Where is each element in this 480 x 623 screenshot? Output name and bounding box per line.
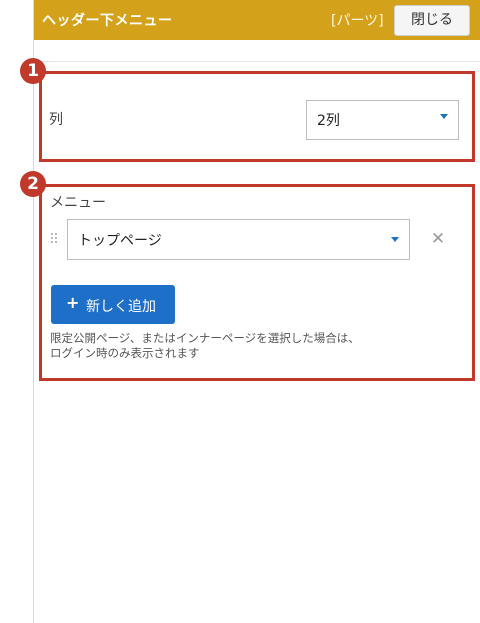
- add-new-button[interactable]: + 新しく追加: [51, 285, 175, 324]
- annotation-badge-1: 1: [20, 58, 46, 84]
- note-line-1: 限定公開ページ、またはインナーページを選択した場合は、: [50, 331, 360, 345]
- visibility-note: 限定公開ページ、またはインナーページを選択した場合は、 ログイン時のみ表示されま…: [50, 331, 380, 361]
- drag-handle-icon[interactable]: [51, 233, 59, 243]
- plus-icon: +: [66, 293, 80, 312]
- panel-subbar: [34, 40, 480, 62]
- columns-select-value: 2列: [317, 113, 340, 129]
- close-button[interactable]: 閉じる: [394, 5, 470, 36]
- note-line-2: ログイン時のみ表示されます: [50, 346, 200, 360]
- menu-item-select[interactable]: トップページ: [67, 219, 410, 260]
- panel-title: ヘッダー下メニュー: [42, 13, 173, 29]
- caret-down-icon: [440, 114, 448, 119]
- add-new-label: 新しく追加: [86, 299, 156, 315]
- menu-label: メニュー: [50, 195, 106, 211]
- menu-item-select-value: トップページ: [78, 232, 162, 249]
- close-x-icon: ✕: [430, 229, 446, 249]
- annotation-badge-2: 2: [20, 171, 46, 197]
- panel-header: ヘッダー下メニュー [パーツ] 閉じる: [34, 0, 480, 40]
- parts-tag: [パーツ]: [331, 13, 384, 29]
- columns-label: 列: [49, 112, 63, 128]
- settings-panel: ヘッダー下メニュー [パーツ] 閉じる 1 列 2列 2 メニュー トップページ…: [20, 0, 480, 623]
- caret-down-icon: [391, 237, 399, 242]
- columns-select[interactable]: 2列: [306, 100, 459, 140]
- remove-item-button[interactable]: ✕: [429, 229, 447, 249]
